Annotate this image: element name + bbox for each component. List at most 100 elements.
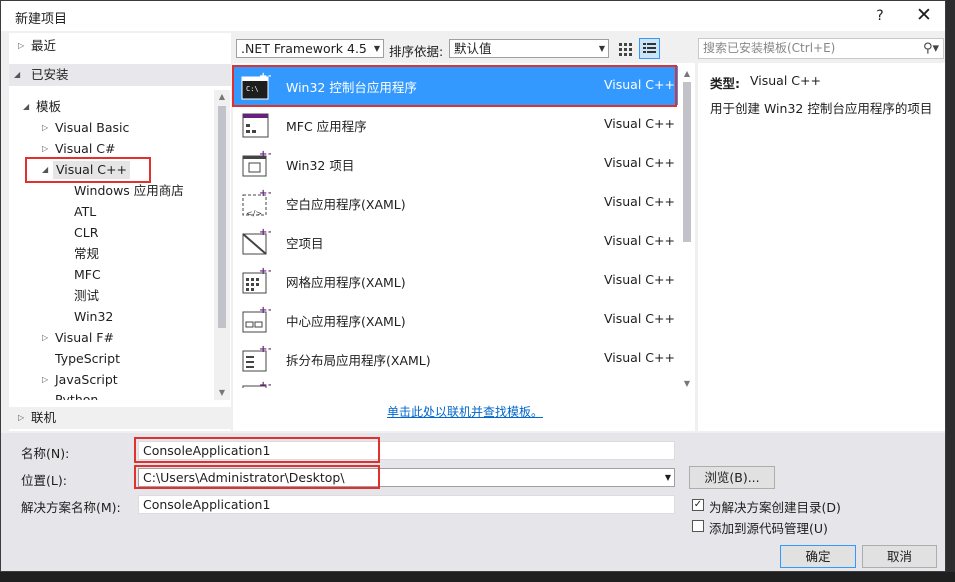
template-item-win32-project[interactable]: ++ Win32 项目 Visual C++ [233,144,678,183]
template-item-empty-project[interactable]: ++ 空项目 Visual C++ [233,222,678,261]
template-description: 用于创建 Win32 控制台应用程序的项目 [710,101,933,116]
add-source-control-label: 添加到源代码管理(U) [709,521,828,536]
close-button[interactable]: ✕ [909,4,939,28]
list-view-button[interactable] [639,38,660,59]
small-icons-view-button[interactable] [615,39,635,58]
collapse-arrow-icon[interactable]: ◢ [42,160,48,180]
blank-app-icon: </> ++ [242,188,271,218]
type-label: 类型: [710,76,740,91]
template-scrollbar[interactable]: ▲ ▼ [680,66,695,392]
tree-item-clr[interactable]: CLR [74,223,98,243]
expand-arrow-icon[interactable]: ▷ [42,139,48,159]
ok-button[interactable]: 确定 [780,545,856,568]
svg-text:</>: </> [246,209,262,218]
svg-text:++: ++ [259,305,271,316]
chevron-down-icon: ▼ [373,44,380,53]
list-view-icon [643,43,656,53]
framework-select[interactable]: .NET Framework 4.5 ▼ [236,39,384,58]
tree-item-visual-csharp[interactable]: ▷ Visual C# [9,139,209,159]
console-app-icon: C:\ ++ [241,71,271,100]
expand-arrow-icon[interactable]: ▷ [42,328,48,348]
grid-view-icon [619,43,632,56]
title-bar: 新建项目 ? ✕ [1,1,945,31]
tree-section-installed[interactable]: ◢ 已安装 [9,64,231,86]
expand-arrow-icon[interactable]: ▷ [18,408,24,428]
svg-text:++: ++ [259,149,271,160]
location-label: 位置(L): [21,473,67,488]
name-input[interactable]: ConsoleApplication1 [138,441,675,460]
mfc-app-icon [242,113,269,138]
scroll-down-icon[interactable]: ▼ [215,387,229,399]
tree-scrollbar[interactable]: ▲ ▼ [214,90,230,400]
template-item-blank-app[interactable]: </> ++ 空白应用程序(XAML) Visual C++ [233,183,678,222]
tree-item-general[interactable]: 常规 [74,244,99,264]
empty-project-icon: ++ [242,227,271,255]
solution-name-label: 解决方案名称(M): [21,500,121,515]
chevron-down-icon[interactable]: ▼ [665,469,671,486]
template-item-split-app[interactable]: ++ 拆分布局应用程序(XAML) Visual C++ [233,339,678,378]
split-app-icon: ++ [242,344,271,372]
template-details: 类型: Visual C++ 用于创建 Win32 控制台应用程序的项目 [698,63,945,431]
grid-app-icon: ++ [242,266,271,294]
online-templates-link[interactable]: 单击此处以联机并查找模板。 [387,403,543,420]
sort-select[interactable]: 默认值 ▼ [449,39,609,58]
hub-app-icon: ++ [242,305,271,333]
create-directory-label: 为解决方案创建目录(D) [709,500,841,515]
search-icon[interactable]: ⚲▾ [923,39,939,58]
svg-text:++: ++ [259,344,271,355]
expand-arrow-icon[interactable]: ▷ [42,118,48,138]
collapse-arrow-icon[interactable]: ◢ [14,69,20,81]
project-settings-panel: 名称(N): ConsoleApplication1 位置(L): C:\Use… [1,433,945,571]
solution-name-input[interactable]: ConsoleApplication1 [138,495,675,514]
tree-item-atl[interactable]: ATL [74,202,96,222]
location-combobox[interactable]: C:\Users\Administrator\Desktop\ ▼ [138,468,675,487]
search-input[interactable]: 搜索已安装模板(Ctrl+E) ⚲▾ [698,38,944,59]
svg-text:C:\: C:\ [246,85,259,93]
tree-item-typescript[interactable]: TypeScript [55,349,120,369]
template-item-clipped[interactable]: ++ [233,378,678,388]
svg-text:++: ++ [259,188,271,199]
expand-arrow-icon[interactable]: ▷ [18,36,24,56]
expand-arrow-icon[interactable]: ▷ [42,370,48,390]
browse-button[interactable]: 浏览(B)... [689,466,775,489]
template-item-hub-app[interactable]: ++ 中心应用程序(XAML) Visual C++ [233,300,678,339]
chevron-down-icon: ▼ [598,44,605,53]
scroll-down-icon[interactable]: ▼ [680,378,694,390]
svg-text:++: ++ [259,266,271,277]
new-project-dialog: 新建项目 ? ✕ ▷ 最近 ◢ 已安装 ◢ 模板 ▷ Visual Basic … [0,0,946,572]
template-item-grid-app[interactable]: ++ 网格应用程序(XAML) Visual C++ [233,261,678,300]
template-item-mfc-app[interactable]: MFC 应用程序 Visual C++ [233,105,678,144]
tree-item-recent[interactable]: ▷ 最近 [9,36,217,56]
name-label: 名称(N): [21,446,70,461]
app-icon: ++ [242,380,271,388]
scroll-thumb[interactable] [683,82,691,242]
tree-item-mfc[interactable]: MFC [74,265,101,285]
cancel-button[interactable]: 取消 [862,545,937,568]
dialog-title: 新建项目 [15,12,68,27]
svg-text:++: ++ [259,227,271,238]
tree-item-visual-fsharp[interactable]: ▷ Visual F# [9,328,209,348]
collapse-arrow-icon[interactable]: ◢ [23,97,29,117]
tree-item-javascript[interactable]: ▷ JavaScript [9,370,209,390]
template-item-win32-console[interactable]: C:\ ++ Win32 控制台应用程序 Visual C++ [233,66,678,105]
tree-item-python-clipped[interactable]: Python [9,392,214,400]
tree-item-windows-store[interactable]: Windows 应用商店 [74,181,184,201]
taskbar-strip [0,572,955,582]
tree-item-win32[interactable]: Win32 [74,307,113,327]
tree-section-online[interactable]: ▷ 联机 [9,407,231,429]
type-value: Visual C++ [750,73,821,88]
tree-item-visual-basic[interactable]: ▷ Visual Basic [9,118,209,138]
tree-item-visual-cpp[interactable]: ◢ Visual C++ [9,160,209,180]
scroll-up-icon[interactable]: ▲ [680,68,694,80]
win32-project-icon: ++ [242,149,271,177]
add-source-control-checkbox[interactable] [692,520,704,532]
create-directory-checkbox[interactable]: ✓ [692,499,704,511]
tree-item-test[interactable]: 测试 [74,286,99,306]
template-tree: ▷ 最近 ◢ 已安装 ◢ 模板 ▷ Visual Basic ▷ Visual … [9,33,231,431]
scroll-up-icon[interactable]: ▲ [215,91,229,103]
svg-text:++: ++ [259,71,271,82]
help-button[interactable]: ? [867,4,893,28]
sort-label: 排序依据: [389,44,444,59]
scroll-thumb[interactable] [218,106,226,328]
template-list: C:\ ++ Win32 控制台应用程序 Visual C++ MFC 应用程序… [233,63,695,431]
